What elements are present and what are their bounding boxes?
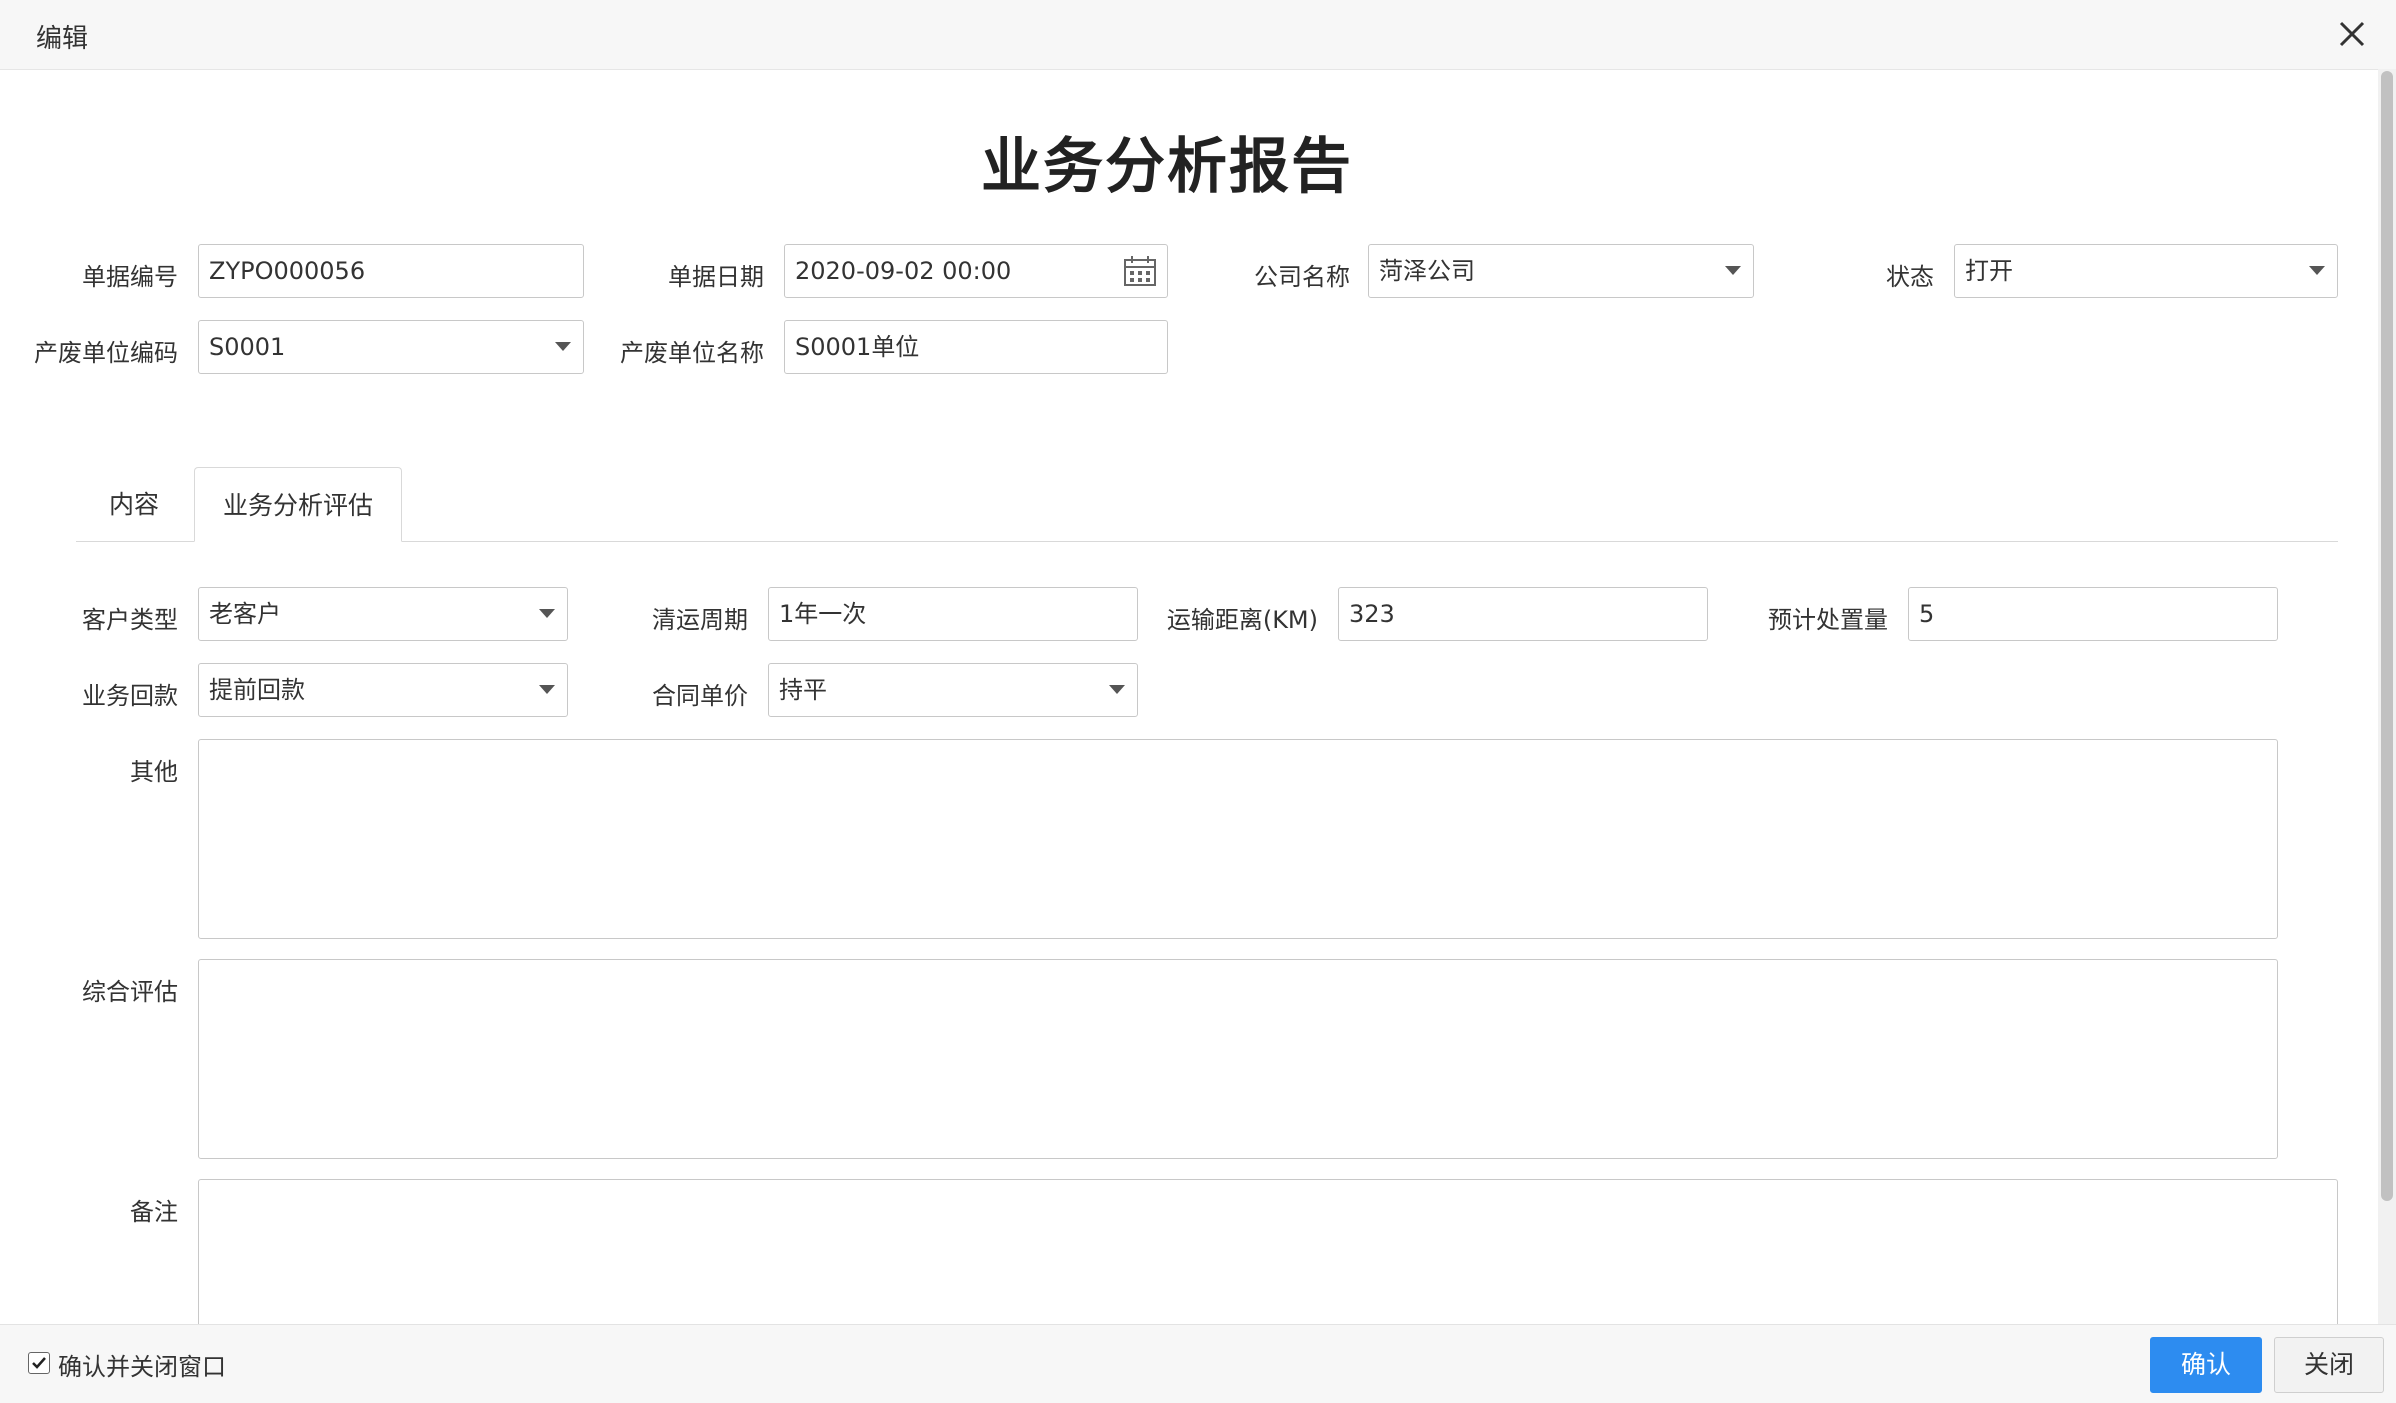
checkmark-icon: [32, 1357, 46, 1369]
contract-price-select[interactable]: 持平: [768, 663, 1138, 717]
tab-business-evaluation[interactable]: 业务分析评估: [194, 467, 402, 542]
distance-input[interactable]: 323: [1338, 587, 1708, 641]
unit-name-input[interactable]: S0001单位: [784, 320, 1168, 374]
chevron-down-icon: [1109, 685, 1125, 694]
tab-content[interactable]: 内容: [76, 467, 192, 542]
other-label: 其他: [130, 758, 178, 786]
form-title: 业务分析报告: [981, 132, 1353, 202]
company-label: 公司名称: [1254, 263, 1350, 291]
cleanup-cycle-value: 1年一次: [779, 600, 867, 628]
unit-name-label: 产废单位名称: [620, 339, 764, 367]
expected-volume-value: 5: [1919, 600, 1935, 628]
remark-textarea[interactable]: [198, 1179, 2338, 1339]
customer-type-select[interactable]: 老客户: [198, 587, 568, 641]
dialog-close-button[interactable]: 关闭: [2274, 1337, 2384, 1393]
expected-volume-input[interactable]: 5: [1908, 587, 2278, 641]
unit-name-value: S0001单位: [795, 333, 920, 361]
cleanup-cycle-label: 清运周期: [652, 606, 748, 634]
doc-no-value: ZYPO000056: [209, 257, 366, 285]
customer-type-label: 客户类型: [82, 606, 178, 634]
dialog-title: 编辑: [36, 24, 89, 54]
calendar-icon[interactable]: [1123, 255, 1157, 287]
chevron-down-icon: [539, 609, 555, 618]
overall-textarea[interactable]: [198, 959, 2278, 1159]
distance-label: 运输距离(KM): [1166, 606, 1318, 634]
close-after-confirm-checkbox[interactable]: [28, 1352, 50, 1374]
company-value: 菏泽公司: [1379, 257, 1475, 285]
payment-label: 业务回款: [82, 682, 178, 710]
company-select[interactable]: 菏泽公司: [1368, 244, 1754, 298]
payment-value: 提前回款: [209, 676, 305, 704]
confirm-button[interactable]: 确认: [2150, 1337, 2262, 1393]
dialog-titlebar: 编辑: [0, 0, 2396, 70]
distance-value: 323: [1349, 600, 1395, 628]
doc-no-label: 单据编号: [82, 263, 178, 291]
close-button[interactable]: [2332, 14, 2372, 54]
chevron-down-icon: [539, 685, 555, 694]
cleanup-cycle-input[interactable]: 1年一次: [768, 587, 1138, 641]
contract-price-label: 合同单价: [652, 682, 748, 710]
unit-code-select[interactable]: S0001: [198, 320, 584, 374]
close-after-confirm-label[interactable]: 确认并关闭窗口: [58, 1347, 226, 1382]
status-label: 状态: [1886, 263, 1934, 291]
overall-label: 综合评估: [82, 978, 178, 1006]
doc-date-label: 单据日期: [668, 263, 764, 291]
remark-label: 备注: [130, 1198, 178, 1226]
payment-select[interactable]: 提前回款: [198, 663, 568, 717]
customer-type-value: 老客户: [209, 600, 281, 628]
unit-code-value: S0001: [209, 333, 286, 361]
close-icon: [2339, 21, 2365, 47]
other-textarea[interactable]: [198, 739, 2278, 939]
unit-code-label: 产废单位编码: [34, 339, 178, 367]
chevron-down-icon: [1725, 266, 1741, 275]
chevron-down-icon: [2309, 266, 2325, 275]
tabs-divider: [76, 541, 2338, 542]
chevron-down-icon: [555, 342, 571, 351]
dialog-footer: 确认并关闭窗口 确认 关闭: [0, 1324, 2396, 1403]
vertical-scrollbar[interactable]: [2378, 69, 2396, 1324]
status-select[interactable]: 打开: [1954, 244, 2338, 298]
status-value: 打开: [1965, 257, 2013, 285]
doc-date-input[interactable]: 2020-09-02 00:00: [784, 244, 1168, 298]
scrollbar-thumb[interactable]: [2381, 71, 2393, 1201]
expected-volume-label: 预计处置量: [1768, 606, 1888, 634]
doc-no-input[interactable]: ZYPO000056: [198, 244, 584, 298]
contract-price-value: 持平: [779, 676, 827, 704]
doc-date-value: 2020-09-02 00:00: [795, 257, 1012, 285]
